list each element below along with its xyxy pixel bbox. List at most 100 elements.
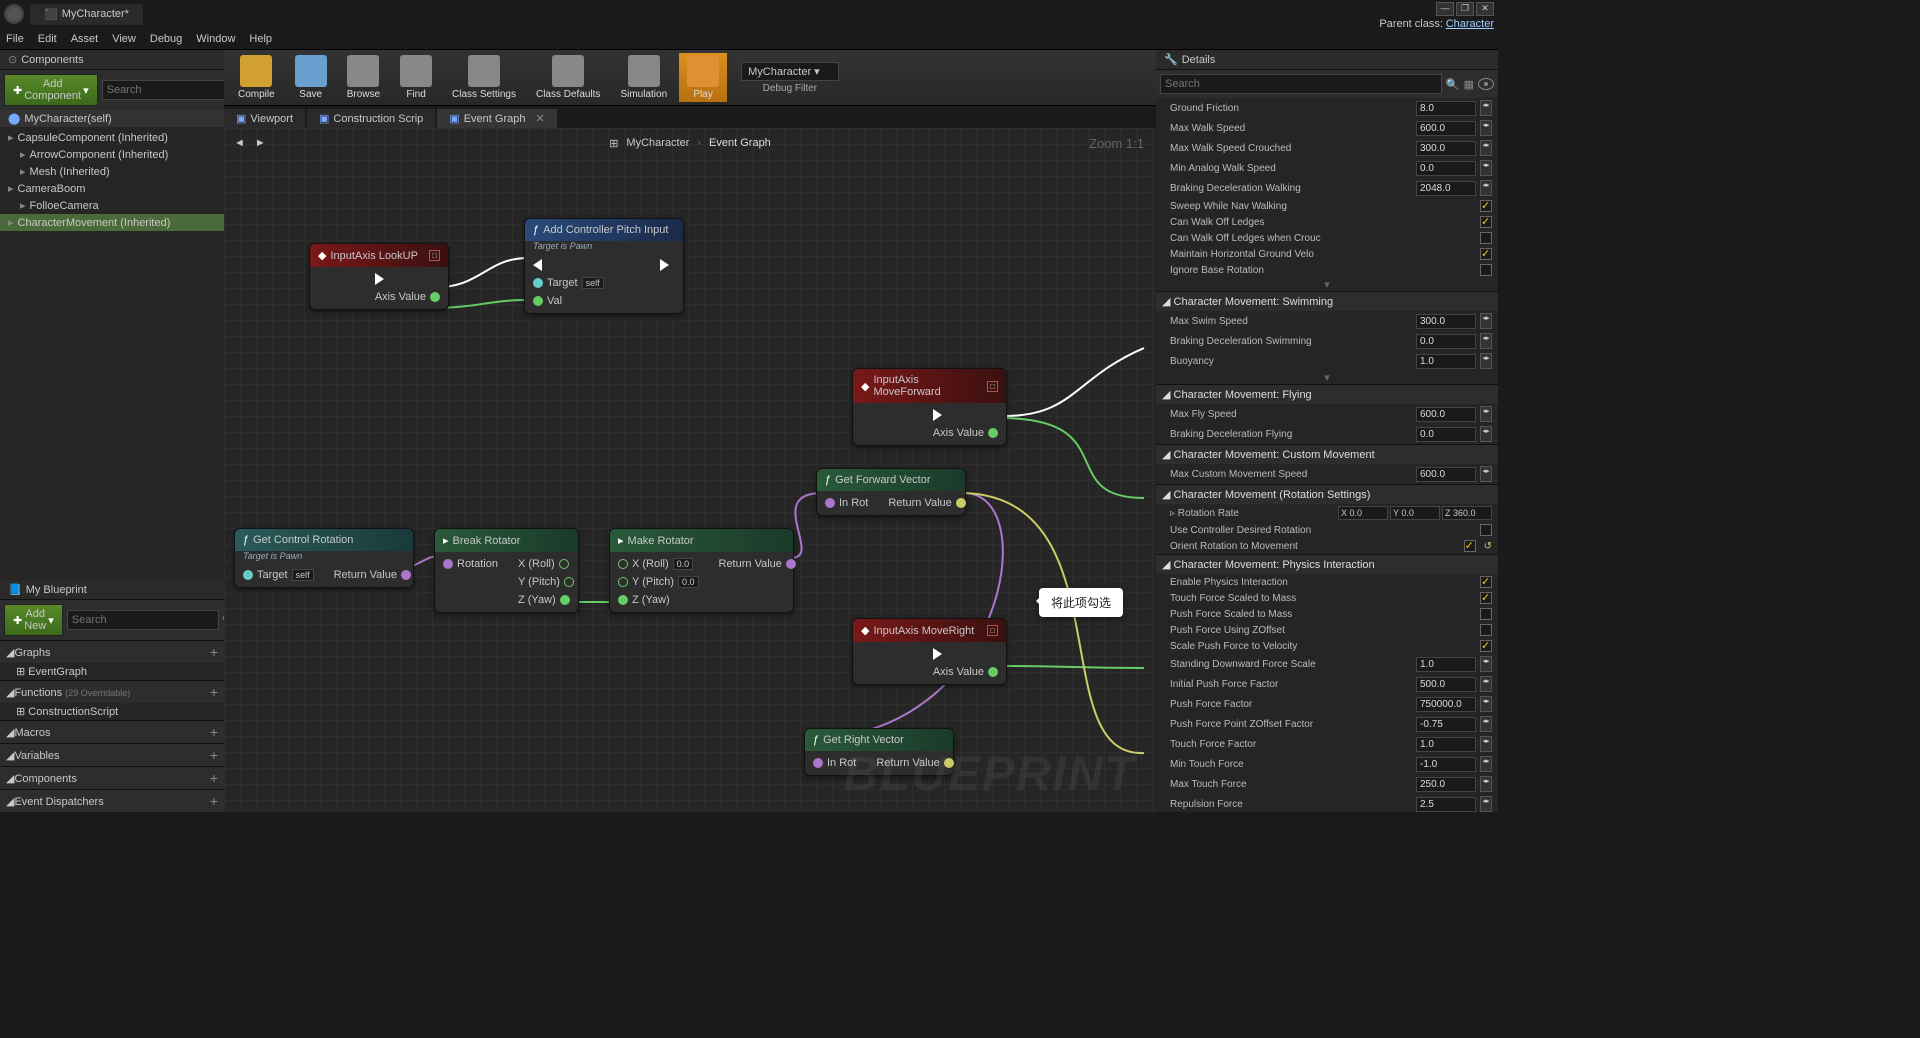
parent-class-link[interactable]: Character	[1446, 18, 1494, 30]
detail-value-input[interactable]	[1416, 467, 1476, 482]
spinner-icon[interactable]: ◂▸	[1480, 120, 1492, 136]
revert-icon[interactable]: ↺	[1484, 541, 1492, 552]
close-icon[interactable]: ✕	[535, 112, 544, 125]
checkbox[interactable]	[1480, 624, 1492, 636]
detail-section[interactable]: ◢ Character Movement (Rotation Settings)	[1156, 484, 1498, 504]
detail-value-input[interactable]	[1416, 161, 1476, 176]
spinner-icon[interactable]: ◂▸	[1480, 333, 1492, 349]
checkbox[interactable]	[1480, 200, 1492, 212]
document-tab[interactable]: ⬛ MyCharacter*	[30, 4, 143, 25]
toolbar-save[interactable]: Save	[287, 53, 335, 102]
detail-value-input[interactable]	[1416, 314, 1476, 329]
node-break-rotator[interactable]: ▸ Break Rotator Rotation X (Roll) Y (Pit…	[434, 528, 579, 613]
menu-window[interactable]: Window	[196, 33, 235, 45]
spinner-icon[interactable]: ◂▸	[1480, 656, 1492, 672]
matrix-icon[interactable]: ▦	[1464, 78, 1474, 91]
add-icon[interactable]: +	[210, 644, 218, 660]
menu-edit[interactable]: Edit	[38, 33, 57, 45]
checkbox[interactable]	[1480, 592, 1492, 604]
graph-tab-event-graph[interactable]: ▣ Event Graph ✕	[437, 109, 556, 128]
component-item[interactable]: ▸ CameraBoom	[0, 180, 224, 197]
bp-section-components[interactable]: ◢Components+	[0, 766, 224, 789]
component-item[interactable]: ▸ Mesh (Inherited)	[0, 163, 224, 180]
detail-value-input[interactable]	[1416, 657, 1476, 672]
detail-value-input[interactable]	[1416, 121, 1476, 136]
detail-section[interactable]: ◢ Character Movement: Swimming	[1156, 291, 1498, 311]
detail-value-input[interactable]	[1416, 407, 1476, 422]
detail-section[interactable]: ◢ Character Movement: Custom Movement	[1156, 444, 1498, 464]
spinner-icon[interactable]: ◂▸	[1480, 676, 1492, 692]
breadcrumb-parent[interactable]: MyCharacter	[626, 137, 689, 149]
toolbar-browse[interactable]: Browse	[339, 53, 388, 102]
node-inputaxis-forward[interactable]: ◆ InputAxis MoveForward □ Axis Value	[852, 368, 1007, 446]
vec-x-input[interactable]	[1338, 506, 1388, 520]
component-item[interactable]: ▸ ArrowComponent (Inherited)	[0, 146, 224, 163]
detail-value-input[interactable]	[1416, 181, 1476, 196]
spinner-icon[interactable]: ◂▸	[1480, 796, 1492, 812]
spinner-icon[interactable]: ◂▸	[1480, 140, 1492, 156]
spinner-icon[interactable]: ◂▸	[1480, 160, 1492, 176]
spinner-icon[interactable]: ◂▸	[1480, 736, 1492, 752]
nav-back-icon[interactable]: ◄	[234, 137, 245, 149]
root-actor[interactable]: ⬤ MyCharacter(self)	[0, 110, 224, 127]
add-icon[interactable]: +	[210, 684, 218, 700]
bp-section-macros[interactable]: ◢Macros+	[0, 720, 224, 743]
vec-z-input[interactable]	[1442, 506, 1492, 520]
detail-value-input[interactable]	[1416, 757, 1476, 772]
close-button[interactable]: ✕	[1476, 2, 1494, 16]
toolbar-class-defaults[interactable]: Class Defaults	[528, 53, 608, 102]
detail-value-input[interactable]	[1416, 677, 1476, 692]
blueprint-search-input[interactable]	[67, 610, 219, 630]
node-inputaxis-lookup[interactable]: ◆ InputAxis LookUP □ Axis Value	[309, 243, 449, 310]
components-tab[interactable]: ⊙ Components	[0, 50, 224, 70]
node-inputaxis-right[interactable]: ◆ InputAxis MoveRight □ Axis Value	[852, 618, 1007, 685]
spinner-icon[interactable]: ◂▸	[1480, 756, 1492, 772]
spinner-icon[interactable]: ◂▸	[1480, 696, 1492, 712]
menu-help[interactable]: Help	[249, 33, 272, 45]
node-get-control-rotation[interactable]: ƒ Get Control Rotation Target is Pawn Ta…	[234, 528, 414, 588]
component-item[interactable]: ▸ FolloeCamera	[0, 197, 224, 214]
checkbox[interactable]	[1480, 576, 1492, 588]
checkbox[interactable]	[1480, 608, 1492, 620]
bp-section-variables[interactable]: ◢Variables+	[0, 743, 224, 766]
nav-fwd-icon[interactable]: ►	[255, 137, 266, 149]
add-new-button[interactable]: ✚ Add New ▾	[4, 604, 63, 636]
add-icon[interactable]: +	[210, 747, 218, 763]
add-component-button[interactable]: ✚ Add Component ▾	[4, 74, 98, 106]
menu-view[interactable]: View	[112, 33, 136, 45]
visibility-icon[interactable]	[1478, 78, 1494, 90]
spinner-icon[interactable]: ◂▸	[1480, 426, 1492, 442]
bp-item[interactable]: ⊞ ConstructionScript	[0, 703, 224, 720]
debug-target-combo[interactable]: MyCharacter ▾	[741, 62, 839, 81]
detail-value-input[interactable]	[1416, 141, 1476, 156]
bp-section-event dispatchers[interactable]: ◢Event Dispatchers+	[0, 789, 224, 812]
spinner-icon[interactable]: ◂▸	[1480, 466, 1492, 482]
checkbox[interactable]	[1480, 232, 1492, 244]
checkbox[interactable]	[1480, 216, 1492, 228]
spinner-icon[interactable]: ◂▸	[1480, 353, 1492, 369]
detail-value-input[interactable]	[1416, 354, 1476, 369]
node-add-pitch-input[interactable]: ƒ Add Controller Pitch Input Target is P…	[524, 218, 684, 314]
toolbar-find[interactable]: Find	[392, 53, 440, 102]
add-icon[interactable]: +	[210, 770, 218, 786]
search-icon[interactable]: 🔍	[1446, 78, 1460, 91]
bp-section-functions[interactable]: ◢Functions (29 Overridable)+	[0, 680, 224, 703]
toolbar-class-settings[interactable]: Class Settings	[444, 53, 524, 102]
detail-value-input[interactable]	[1416, 737, 1476, 752]
detail-value-input[interactable]	[1416, 797, 1476, 812]
toolbar-simulation[interactable]: Simulation	[612, 53, 675, 102]
node-make-rotator[interactable]: ▸ Make Rotator X (Roll) 0.0 Y (Pitch) 0.…	[609, 528, 794, 613]
details-search-input[interactable]	[1160, 74, 1442, 94]
add-icon[interactable]: +	[210, 793, 218, 809]
detail-value-input[interactable]	[1416, 427, 1476, 442]
bp-section-graphs[interactable]: ◢Graphs+	[0, 640, 224, 663]
detail-section[interactable]: ◢ Character Movement: Flying	[1156, 384, 1498, 404]
checkbox[interactable]	[1480, 524, 1492, 536]
detail-value-input[interactable]	[1416, 101, 1476, 116]
component-item[interactable]: ▸ CapsuleComponent (Inherited)	[0, 129, 224, 146]
maximize-button[interactable]: ❐	[1456, 2, 1474, 16]
spinner-icon[interactable]: ◂▸	[1480, 313, 1492, 329]
detail-value-input[interactable]	[1416, 334, 1476, 349]
detail-value-input[interactable]	[1416, 717, 1476, 732]
graph-tab-construction-scrip[interactable]: ▣ Construction Scrip	[307, 109, 435, 128]
